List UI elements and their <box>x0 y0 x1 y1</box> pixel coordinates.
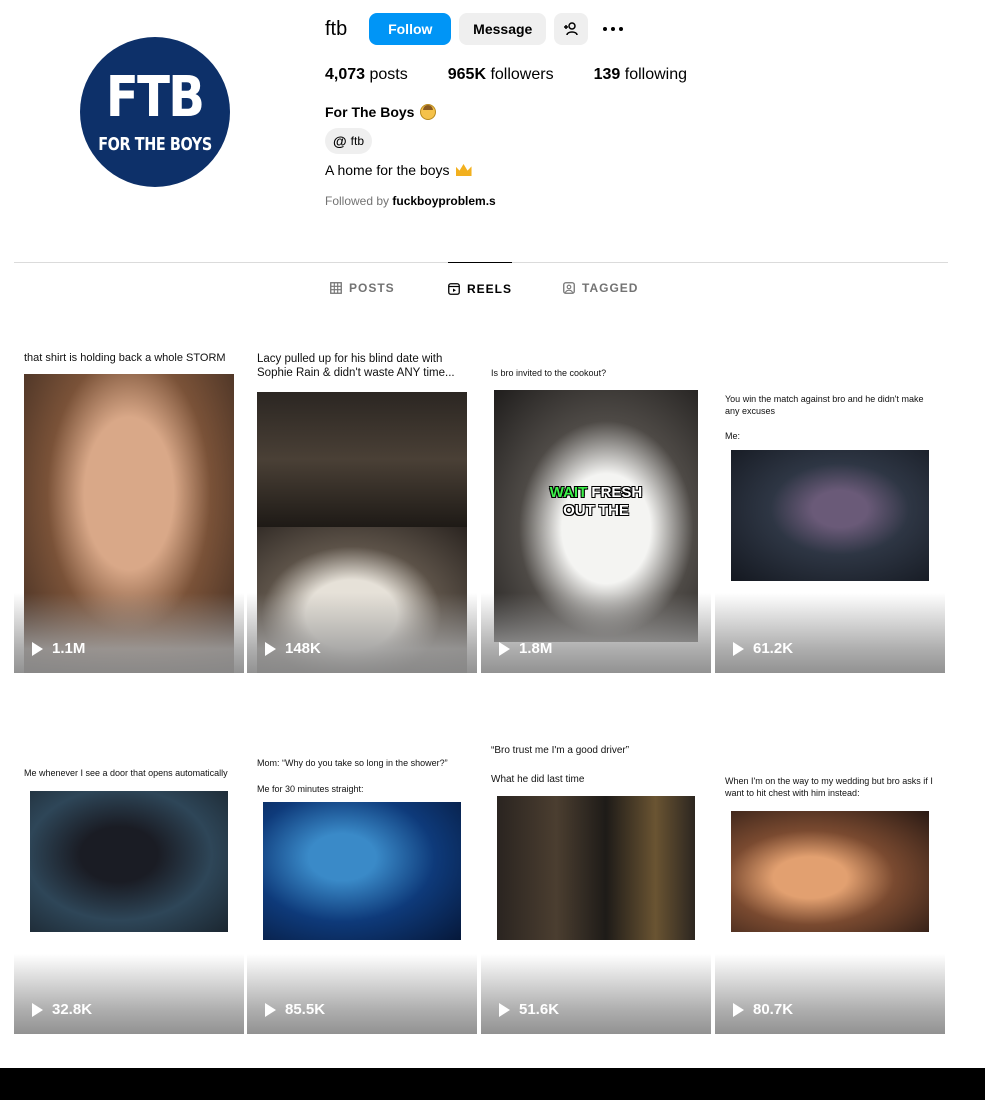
reel-view-count: 1.1M <box>32 640 85 657</box>
reel-view-count: 85.5K <box>265 1001 325 1018</box>
profile-username: ftb <box>325 17 348 40</box>
reel-thumbnail <box>30 791 228 932</box>
play-icon <box>733 641 744 656</box>
reel-caption: When I'm on the way to my wedding but br… <box>725 776 933 798</box>
profile-bio: A home for the boys <box>325 162 965 178</box>
play-icon <box>499 1002 510 1017</box>
reels-icon <box>448 282 460 295</box>
reel-tile[interactable]: Lacy pulled up for his blind date with S… <box>247 330 477 673</box>
tab-tagged[interactable]: TAGGED <box>563 262 638 314</box>
avatar-text-small: FOR THE BOYS <box>98 134 212 155</box>
reel-caption: “Bro trust me I'm a good driver” <box>491 745 630 756</box>
reel-caption-secondary: Me: <box>725 431 741 441</box>
more-options-icon[interactable] <box>596 13 630 45</box>
reel-view-count: 148K <box>265 640 321 657</box>
reel-caption-secondary: What he did last time <box>491 774 585 785</box>
reel-thumbnail <box>731 811 929 932</box>
reel-caption: Mom: “Why do you take so long in the sho… <box>257 758 448 768</box>
profile-header: ftb Follow Message 4,073 posts 965K foll… <box>325 12 965 208</box>
reel-caption: Is bro invited to the cookout? <box>491 368 607 378</box>
posts-stat: 4,073 posts <box>325 66 408 83</box>
reel-view-count: 51.6K <box>499 1001 559 1018</box>
message-button[interactable]: Message <box>459 13 547 45</box>
reel-tile[interactable]: that shirt is holding back a whole STORM… <box>14 330 244 673</box>
profile-full-name: For The Boys <box>325 104 965 120</box>
followers-stat[interactable]: 965K followers <box>448 66 554 84</box>
reel-caption: that shirt is holding back a whole STORM <box>24 352 226 364</box>
reel-thumbnail <box>497 796 695 940</box>
reel-caption-secondary: Me for 30 minutes straight: <box>257 784 364 794</box>
reel-caption: Lacy pulled up for his blind date with S… <box>257 353 455 379</box>
grid-icon <box>330 282 342 294</box>
tab-reels[interactable]: REELS <box>448 262 513 314</box>
reel-tile[interactable]: You win the match against bro and he did… <box>715 330 945 673</box>
reel-view-count: 80.7K <box>733 1001 793 1018</box>
reel-caption: You win the match against bro and he did… <box>725 394 924 416</box>
reel-tile[interactable]: When I'm on the way to my wedding but br… <box>715 691 945 1034</box>
suggest-people-button[interactable] <box>554 13 589 45</box>
face-emoji-icon <box>420 104 437 120</box>
reel-thumbnail <box>731 450 929 581</box>
crown-emoji-icon <box>455 164 472 176</box>
play-icon <box>499 641 510 656</box>
reel-view-count: 61.2K <box>733 640 793 657</box>
avatar-text-big: FTB <box>106 65 205 130</box>
reel-caption: Me whenever I see a door that opens auto… <box>24 768 228 778</box>
profile-actions-row: ftb Follow Message <box>325 12 965 46</box>
profile-tabs: POSTS REELS TAGGED <box>0 262 985 314</box>
reel-tile[interactable]: Mom: “Why do you take so long in the sho… <box>247 691 477 1034</box>
reel-view-count: 32.8K <box>32 1001 92 1018</box>
play-icon <box>32 1002 43 1017</box>
play-icon <box>32 641 43 656</box>
play-icon <box>265 1002 276 1017</box>
profile-avatar[interactable]: FTB FOR THE BOYS <box>80 37 230 187</box>
play-icon <box>265 641 276 656</box>
tagged-icon <box>563 282 575 294</box>
add-person-icon <box>564 22 578 36</box>
reel-thumbnail <box>257 392 467 527</box>
reel-view-count: 1.8M <box>499 640 552 657</box>
following-stat[interactable]: 139 following <box>594 66 687 84</box>
threads-icon: @ <box>333 133 347 149</box>
followed-by[interactable]: Followed by fuckboyproblem.s <box>325 194 965 208</box>
threads-link[interactable]: @ ftb <box>325 128 372 154</box>
tab-posts[interactable]: POSTS <box>330 262 395 314</box>
bottom-black-bar <box>0 1068 985 1100</box>
follow-button[interactable]: Follow <box>369 13 452 45</box>
reel-tile[interactable]: Is bro invited to the cookout? WAIT FRES… <box>481 330 711 673</box>
reel-overlay-text: WAIT FRESH OUT THE <box>549 484 643 519</box>
profile-stats: 4,073 posts 965K followers 139 following <box>325 66 965 84</box>
reel-tile[interactable]: “Bro trust me I'm a good driver” What he… <box>481 691 711 1034</box>
reel-thumbnail <box>263 802 461 940</box>
play-icon <box>733 1002 744 1017</box>
reel-tile[interactable]: Me whenever I see a door that opens auto… <box>14 691 244 1034</box>
